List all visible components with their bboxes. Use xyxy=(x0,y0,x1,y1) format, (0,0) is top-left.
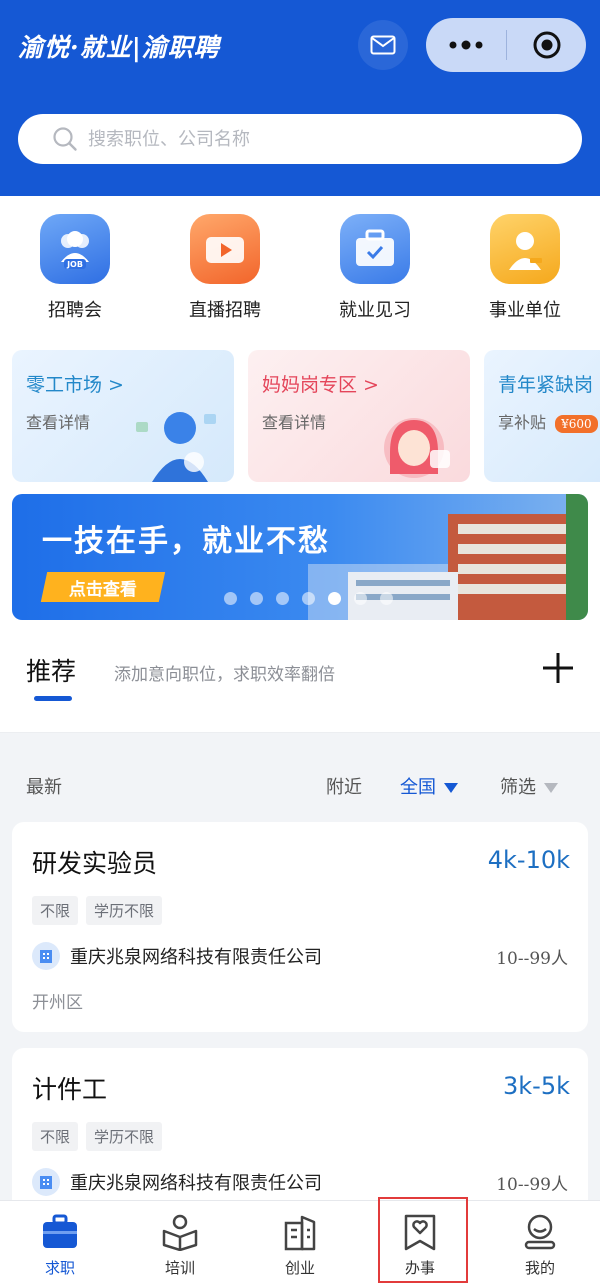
carousel-dot[interactable] xyxy=(380,592,393,605)
live-video-icon xyxy=(190,214,260,284)
carousel-dot[interactable] xyxy=(250,592,263,605)
building-tab-icon xyxy=(284,1215,316,1251)
filter-region[interactable]: 全国 xyxy=(400,773,458,799)
briefcase-icon xyxy=(340,214,410,284)
carousel-dot[interactable] xyxy=(302,592,315,605)
company-size: 10--99人 xyxy=(496,949,568,969)
banner-cta-label: 点击查看 xyxy=(69,579,137,600)
profile-tab-icon xyxy=(524,1214,556,1250)
carousel-dot[interactable] xyxy=(276,592,289,605)
company-size: 10--99人 xyxy=(496,1175,568,1195)
quick-link-label: 就业见习 xyxy=(339,300,411,321)
job-card[interactable]: 研发实验员 4k-10k 不限 学历不限 重庆兆泉网络科技有限责任公司 10--… xyxy=(12,822,588,1032)
book-tab-icon xyxy=(162,1214,198,1252)
job-title: 计件工 xyxy=(32,1075,108,1104)
company-name: 重庆兆泉网络科技有限责任公司 xyxy=(70,1173,322,1194)
tab-job-search[interactable]: 求职 xyxy=(0,1201,120,1286)
plus-icon[interactable] xyxy=(540,650,576,686)
job-salary: 4k-10k xyxy=(487,846,570,874)
zone-title: 青年紧缺岗 xyxy=(498,374,594,396)
job-fair-icon: JOB xyxy=(40,214,110,284)
company-info: 重庆兆泉网络科技有限责任公司 xyxy=(32,1168,322,1196)
svg-text:JOB: JOB xyxy=(66,260,83,269)
quick-link-job-fair[interactable]: JOB 招聘会 xyxy=(15,214,135,322)
filter-bar: 最新 附近 全国 筛选 xyxy=(0,732,600,810)
quick-link-live[interactable]: 直播招聘 xyxy=(165,214,285,322)
job-tag: 不限 xyxy=(32,896,79,925)
tab-label: 培训 xyxy=(164,1259,195,1277)
company-name: 重庆兆泉网络科技有限责任公司 xyxy=(70,947,322,968)
filter-latest[interactable]: 最新 xyxy=(26,773,62,799)
search-bar[interactable] xyxy=(18,114,582,164)
banner-cta-button[interactable]: 点击查看 xyxy=(40,572,166,602)
target-close-icon xyxy=(533,31,560,59)
quick-links: JOB 招聘会 直播招聘 就业见习 事业单位 xyxy=(0,196,600,342)
filter-sort[interactable]: 筛选 xyxy=(500,773,558,799)
quick-link-internship[interactable]: 就业见习 xyxy=(315,214,435,322)
more-dots-icon xyxy=(449,40,483,50)
job-tag: 学历不限 xyxy=(86,1122,163,1151)
filter-sort-label: 筛选 xyxy=(500,777,536,798)
carousel-dot[interactable] xyxy=(354,592,367,605)
job-area: 开州区 xyxy=(32,993,83,1013)
job-tags: 不限 学历不限 xyxy=(32,1122,163,1151)
tab-label: 创业 xyxy=(284,1259,315,1277)
mother-illustration-icon xyxy=(384,418,450,478)
carousel-dots xyxy=(224,592,393,605)
recommend-hint: 添加意向职位，求职效率翻倍 xyxy=(114,665,335,685)
worker-illustration-icon xyxy=(136,412,216,482)
zone-card-mom-jobs[interactable]: 妈妈岗专区 > 查看详情 xyxy=(248,350,470,482)
chevron-down-icon xyxy=(544,783,558,793)
filter-region-label: 全国 xyxy=(400,777,436,798)
miniprogram-capsule xyxy=(426,18,586,72)
filter-nearby[interactable]: 附近 xyxy=(326,773,362,799)
job-tags: 不限 学历不限 xyxy=(32,896,163,925)
quick-link-institution[interactable]: 事业单位 xyxy=(465,214,585,322)
zone-card-gig-market[interactable]: 零工市场 > 查看详情 xyxy=(12,350,234,482)
search-icon xyxy=(53,127,77,151)
more-button[interactable] xyxy=(426,18,506,72)
job-title: 研发实验员 xyxy=(32,849,158,878)
carousel-dot[interactable] xyxy=(328,592,341,605)
person-badge-icon xyxy=(490,214,560,284)
recommend-tab-indicator xyxy=(34,696,72,701)
tab-profile[interactable]: 我的 xyxy=(480,1201,600,1286)
quick-link-label: 直播招聘 xyxy=(189,300,261,321)
tab-label: 我的 xyxy=(524,1259,555,1277)
zone-subtitle-text: 享补贴 xyxy=(498,413,547,432)
building-icon xyxy=(32,1168,60,1196)
quick-link-label: 事业单位 xyxy=(489,300,561,321)
zone-card-youth-jobs[interactable]: 青年紧缺岗 享补贴 ¥600 xyxy=(484,350,600,482)
banner-section: 一技在手，就业不愁 点击查看 xyxy=(0,492,600,630)
recommend-tab[interactable]: 推荐 xyxy=(26,652,76,688)
bottom-tab-bar: 求职 培训 创业 办事 我的 xyxy=(0,1200,600,1286)
promo-banner[interactable]: 一技在手，就业不愁 点击查看 xyxy=(12,494,588,620)
mail-icon xyxy=(370,35,396,55)
recommend-header: 推荐 添加意向职位，求职效率翻倍 xyxy=(0,630,600,732)
message-button[interactable] xyxy=(358,20,408,70)
job-tag: 不限 xyxy=(32,1122,79,1151)
tab-training[interactable]: 培训 xyxy=(120,1201,240,1286)
search-input[interactable] xyxy=(88,128,528,150)
zone-cards: 零工市场 > 查看详情 妈妈岗专区 > 查看详情 青年紧缺岗 享补贴 ¥600 xyxy=(0,342,600,492)
job-tag: 学历不限 xyxy=(86,896,163,925)
chevron-down-icon xyxy=(444,783,458,793)
tab-label: 求职 xyxy=(44,1259,75,1277)
brand-title: 渝悦·就业|渝职聘 xyxy=(18,33,220,62)
carousel-dot[interactable] xyxy=(224,592,237,605)
company-info: 重庆兆泉网络科技有限责任公司 xyxy=(32,942,322,970)
briefcase-tab-icon xyxy=(43,1214,77,1248)
zone-subtitle: 享补贴 ¥600 xyxy=(498,409,600,433)
banner-title: 一技在手，就业不愁 xyxy=(42,524,330,559)
tab-startup[interactable]: 创业 xyxy=(240,1201,360,1286)
subsidy-badge: ¥600 xyxy=(555,415,598,433)
quick-link-label: 招聘会 xyxy=(48,300,102,321)
close-button[interactable] xyxy=(507,18,586,72)
building-icon xyxy=(32,942,60,970)
app-header: 渝悦·就业|渝职聘 xyxy=(0,0,600,196)
job-salary: 3k-5k xyxy=(503,1072,570,1100)
highlight-box xyxy=(378,1197,468,1283)
